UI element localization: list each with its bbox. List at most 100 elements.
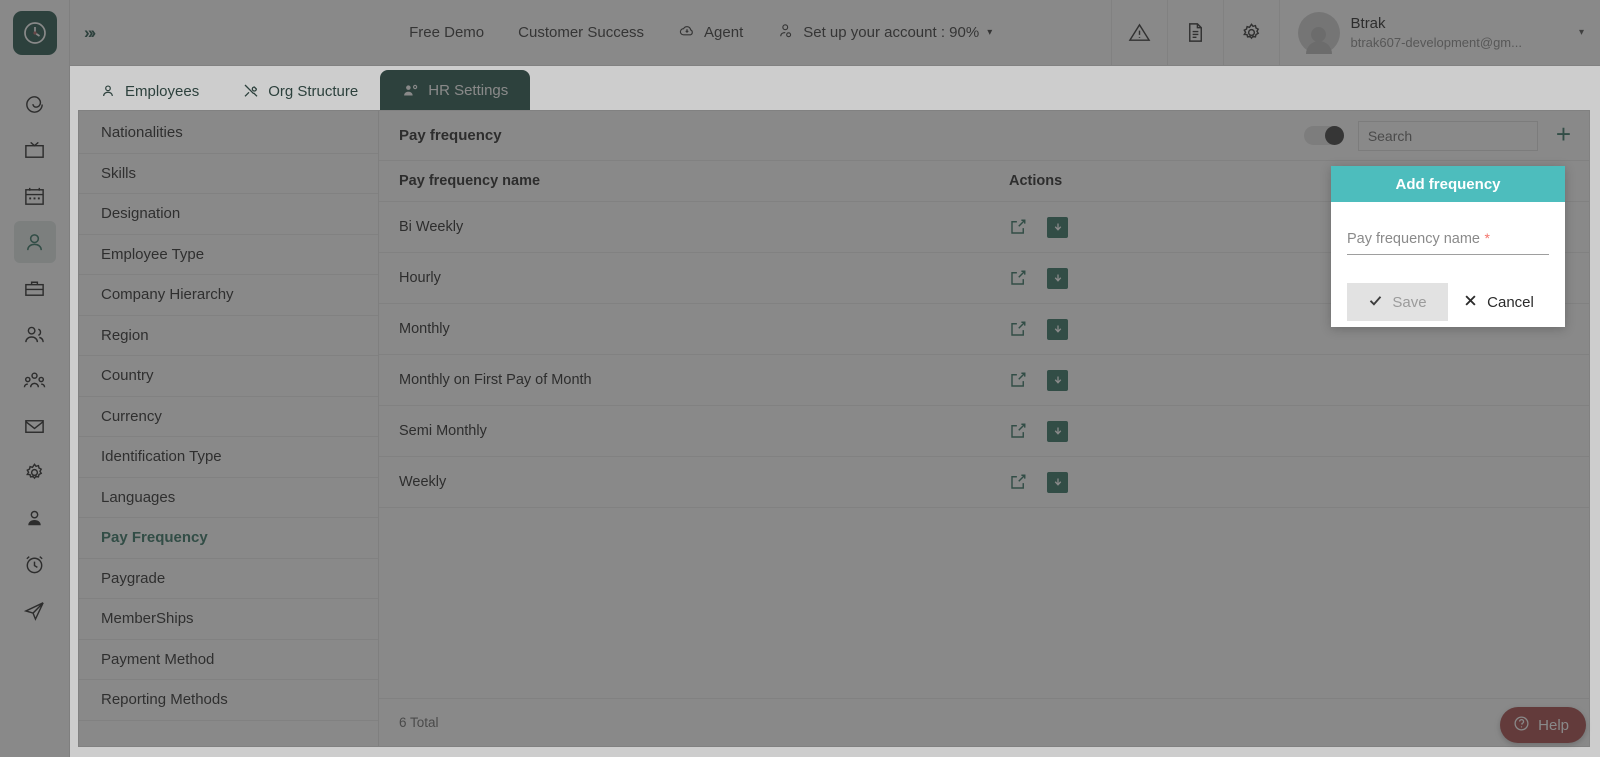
cell-frequency-name: Hourly <box>399 270 441 286</box>
rail-item-user-icon[interactable] <box>13 221 56 263</box>
sidebar-item-paygrade[interactable]: Paygrade <box>79 559 378 599</box>
help-button[interactable]: Help <box>1500 707 1586 743</box>
expand-sidebar-chevrons[interactable]: »› <box>84 23 96 43</box>
rail-item-alarm-clock-icon[interactable] <box>14 543 56 585</box>
sidebar-item-reporting-methods[interactable]: Reporting Methods <box>79 680 378 721</box>
save-label: Save <box>1392 293 1427 311</box>
sidebar-item-label: Languages <box>101 488 176 506</box>
archive-icon[interactable] <box>1047 420 1068 442</box>
chevron-down-icon[interactable]: ▾ <box>1579 27 1584 38</box>
table-row: Monthly on First Pay of Month <box>379 355 1589 406</box>
cancel-button[interactable]: Cancel <box>1448 283 1549 321</box>
sidebar-item-languages[interactable]: Languages <box>79 478 378 518</box>
archive-icon[interactable] <box>1047 318 1068 340</box>
sidebar-item-nationalities[interactable]: Nationalities <box>79 113 378 154</box>
add-frequency-dialog: Add frequency Pay frequency name * Save <box>1331 166 1565 327</box>
row-actions <box>1009 420 1569 442</box>
sidebar-item-designation[interactable]: Designation <box>79 194 378 235</box>
sidebar-item-label: Paygrade <box>101 569 166 587</box>
sidebar-item-payment-method[interactable]: Payment Method <box>79 640 378 680</box>
rail-item-tv-monitor-icon[interactable] <box>14 129 56 171</box>
sidebar-item-label: Skills <box>101 164 137 182</box>
pay-frequency-name-field-wrap: Pay frequency name * <box>1347 230 1549 255</box>
sidebar-item-memberships[interactable]: MemberShips <box>79 599 378 640</box>
tab-hr-settings[interactable]: HR Settings <box>380 70 531 110</box>
main-tabs: Employees Org Structure HR Settings <box>78 70 531 110</box>
table-row: Weekly <box>379 457 1589 508</box>
sidebar-item-identification-type[interactable]: Identification Type <box>79 437 378 478</box>
app-logo[interactable] <box>12 11 57 55</box>
archive-icon[interactable] <box>1047 216 1068 238</box>
sidebar-item-label: Country <box>101 367 154 385</box>
profile-menu[interactable]: Btrak btrak607-development@gm... ▾ <box>1278 0 1600 66</box>
cell-frequency-name: Monthly <box>399 321 450 337</box>
warning-triangle-icon[interactable] <box>1110 0 1167 66</box>
sidebar-item-region[interactable]: Region <box>79 316 378 356</box>
top-link-label: Set up your account : 90% <box>803 24 980 41</box>
archive-icon[interactable] <box>1047 369 1068 391</box>
row-actions <box>1009 369 1569 391</box>
rail-item-target-spiral-icon[interactable] <box>14 83 56 125</box>
tools-icon <box>243 83 259 99</box>
sidebar-item-skills[interactable]: Skills <box>79 154 378 194</box>
tab-org-structure[interactable]: Org Structure <box>221 72 380 110</box>
tab-label: HR Settings <box>428 81 509 99</box>
dialog-actions: Save Cancel <box>1347 283 1549 321</box>
sidebar-item-country[interactable]: Country <box>79 356 378 397</box>
dialog-body: Pay frequency name * Save Cancel <box>1331 202 1565 327</box>
table-row: Semi Monthly <box>379 406 1589 457</box>
cell-frequency-name: Monthly on First Pay of Month <box>399 372 592 388</box>
cloud-agent-icon <box>678 22 696 44</box>
edit-icon[interactable] <box>1009 422 1027 440</box>
sidebar-item-pay-frequency[interactable]: Pay Frequency <box>79 518 378 559</box>
panel-tools: + <box>1303 120 1575 151</box>
cell-frequency-name: Semi Monthly <box>399 423 487 439</box>
top-link-label: Customer Success <box>518 24 645 41</box>
edit-icon[interactable] <box>1009 371 1027 389</box>
left-icon-rail <box>0 0 70 757</box>
top-link-account-setup[interactable]: Set up your account : 90% ▾ <box>761 13 1008 53</box>
sidebar-item-label: Region <box>101 326 149 344</box>
edit-icon[interactable] <box>1009 269 1027 287</box>
sidebar-item-label: Employee Type <box>101 245 205 263</box>
edit-icon[interactable] <box>1009 320 1027 338</box>
archived-toggle[interactable] <box>1303 126 1344 145</box>
archive-icon[interactable] <box>1047 267 1068 289</box>
row-actions <box>1009 471 1569 493</box>
rail-item-user-badge-icon[interactable] <box>14 497 56 539</box>
chevron-down-icon: ▾ <box>987 27 993 38</box>
rail-item-briefcase-icon[interactable] <box>14 267 56 309</box>
sidebar-item-company-hierarchy[interactable]: Company Hierarchy <box>79 275 378 316</box>
rail-item-envelope-icon[interactable] <box>14 405 56 447</box>
edit-icon[interactable] <box>1009 473 1027 491</box>
sidebar-item-label: Company Hierarchy <box>101 286 234 304</box>
close-icon <box>1463 293 1478 312</box>
archive-icon[interactable] <box>1047 471 1068 493</box>
cancel-label: Cancel <box>1487 293 1534 311</box>
top-link-agent[interactable]: Agent <box>662 13 759 53</box>
sidebar-item-label: MemberShips <box>101 610 194 628</box>
save-button[interactable]: Save <box>1347 283 1448 321</box>
edit-icon[interactable] <box>1009 218 1027 236</box>
top-link-customer-success[interactable]: Customer Success <box>502 15 660 50</box>
rail-item-paper-plane-icon[interactable] <box>14 589 56 631</box>
sidebar-item-currency[interactable]: Currency <box>79 397 378 437</box>
sidebar-item-employee-type[interactable]: Employee Type <box>79 235 378 275</box>
rail-item-user-group-icon[interactable] <box>14 359 56 401</box>
rail-item-two-users-icon[interactable] <box>14 313 56 355</box>
search-input[interactable] <box>1357 120 1538 151</box>
top-link-free-demo[interactable]: Free Demo <box>393 15 500 50</box>
document-icon[interactable] <box>1166 0 1223 66</box>
gear-icon[interactable] <box>1222 0 1279 66</box>
sidebar-item-label: Pay Frequency <box>101 529 208 547</box>
pay-frequency-name-input[interactable] <box>1347 230 1549 254</box>
rail-item-calendar-icon[interactable] <box>14 175 56 217</box>
rail-item-gear-icon[interactable] <box>14 451 56 493</box>
total-count-label: 6 Total <box>399 715 439 730</box>
avatar <box>1297 11 1340 54</box>
add-frequency-button[interactable]: + <box>1552 121 1575 150</box>
cell-frequency-name: Bi Weekly <box>399 219 464 235</box>
tab-label: Employees <box>125 82 200 100</box>
tab-employees[interactable]: Employees <box>78 72 221 110</box>
top-link-label: Agent <box>704 24 744 41</box>
